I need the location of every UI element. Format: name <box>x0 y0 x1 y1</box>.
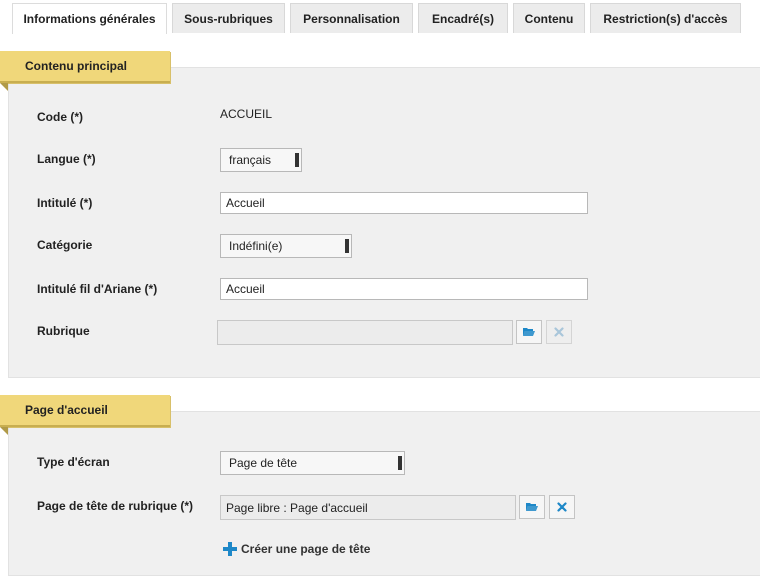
code-label: Code (*) <box>37 110 83 124</box>
tab-informations-generales[interactable]: Informations générales <box>12 3 167 34</box>
section-page-accueil <box>8 411 760 576</box>
create-page-tete-label: Créer une page de tête <box>241 542 371 556</box>
tab-encadres[interactable]: Encadré(s) <box>418 3 508 33</box>
folder-open-icon <box>523 328 535 336</box>
categorie-label: Catégorie <box>37 238 93 252</box>
chevron-down-icon <box>398 456 402 470</box>
rubrique-clear-button[interactable] <box>546 320 572 344</box>
langue-select[interactable]: français <box>220 148 302 172</box>
tab-bar: Informations générales Sous-rubriques Pe… <box>0 0 760 34</box>
page-tete-browse-button[interactable] <box>519 495 545 519</box>
categorie-select[interactable]: Indéfini(e) <box>220 234 352 258</box>
categorie-select-value: Indéfini(e) <box>229 239 283 253</box>
section-title-contenu-principal: Contenu principal <box>0 51 170 83</box>
close-icon <box>554 327 564 337</box>
chevron-down-icon <box>345 239 349 253</box>
create-page-tete-link[interactable]: Créer une page de tête <box>222 540 370 558</box>
langue-select-value: français <box>229 153 272 167</box>
rubrique-input[interactable] <box>217 320 513 345</box>
type-ecran-select[interactable]: Page de tête <box>220 451 405 475</box>
tab-contenu[interactable]: Contenu <box>513 3 585 33</box>
tab-sous-rubriques[interactable]: Sous-rubriques <box>172 3 285 33</box>
ribbon-fold <box>0 427 8 435</box>
plus-icon <box>223 542 237 556</box>
tab-restrictions-acces[interactable]: Restriction(s) d'accès <box>590 3 741 33</box>
rubrique-label: Rubrique <box>37 324 90 338</box>
langue-label: Langue (*) <box>37 152 96 166</box>
chevron-down-icon <box>295 153 299 167</box>
type-ecran-select-value: Page de tête <box>229 456 298 470</box>
tab-personnalisation[interactable]: Personnalisation <box>290 3 413 33</box>
page-tete-label: Page de tête de rubrique (*) <box>37 499 194 513</box>
intitule-input[interactable] <box>220 192 588 214</box>
ariane-label: Intitulé fil d'Ariane (*) <box>37 282 158 296</box>
section-title-page-accueil: Page d'accueil <box>0 395 170 427</box>
close-icon <box>557 502 567 512</box>
code-value: ACCUEIL <box>220 107 273 121</box>
ariane-input[interactable] <box>220 278 588 300</box>
rubrique-browse-button[interactable] <box>516 320 542 344</box>
ribbon-fold <box>0 83 8 91</box>
page-tete-input[interactable] <box>220 495 516 520</box>
folder-open-icon <box>526 503 538 511</box>
intitule-label: Intitulé (*) <box>37 196 93 210</box>
page-tete-clear-button[interactable] <box>549 495 575 519</box>
type-ecran-label: Type d'écran <box>37 455 110 469</box>
